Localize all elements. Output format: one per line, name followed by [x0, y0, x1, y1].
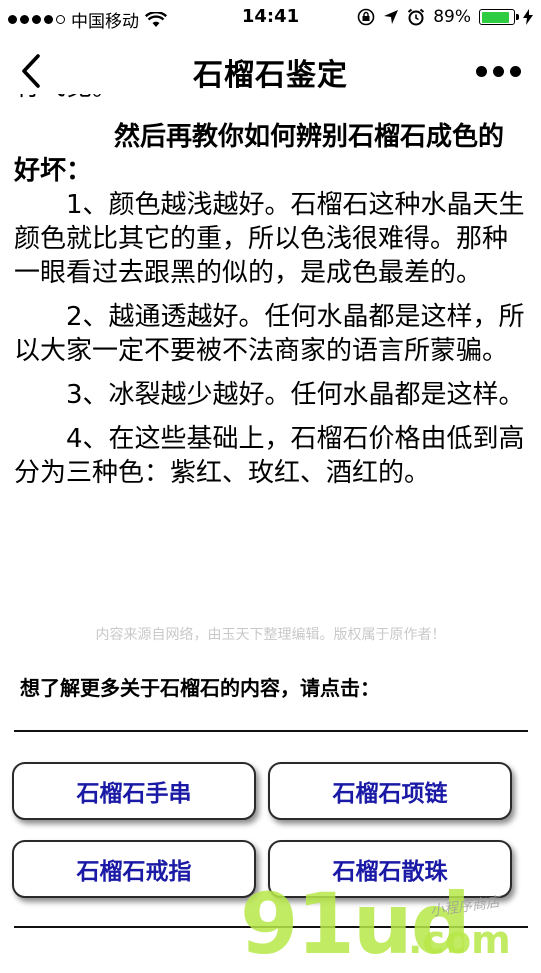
- clipped-text: 有飞觉。: [14, 94, 118, 106]
- article-point-1: 1、颜色越浅越好。石榴石这种水晶天生颜色就比其它的重，所以色浅很难得。那种一眼看…: [14, 190, 525, 288]
- charging-icon: [523, 9, 533, 25]
- garnet-bracelet-button[interactable]: 石榴石手串: [12, 762, 256, 820]
- rotation-lock-icon: [357, 8, 375, 26]
- battery-percent: 89%: [433, 7, 471, 27]
- links-prompt: 想了解更多关于石榴石的内容，请点击：: [20, 676, 380, 700]
- status-bar: 中国移动 14:41 89%: [0, 0, 541, 36]
- battery-fill: [481, 11, 510, 23]
- divider: [14, 730, 528, 732]
- garnet-necklace-button[interactable]: 石榴石项链: [268, 762, 512, 820]
- watermark-domain: .com: [408, 918, 511, 962]
- more-dots-icon[interactable]: [476, 66, 521, 77]
- alarm-icon: [408, 8, 425, 26]
- article-point-4: 4、在这些基础上，石榴石价格由低到高分为三种色：紫红、玫红、酒红的。: [14, 424, 525, 488]
- article-point-2: 2、越通透越好。任何水晶都是这样，所以大家一定不要被不法商家的语言所蒙骗。: [14, 302, 525, 366]
- status-right: 89%: [357, 7, 533, 27]
- source-note: 内容来源自网络，由玉天下整理编辑。版权属于原作者！: [95, 627, 446, 643]
- location-icon: [384, 10, 399, 24]
- article-heading: 然后再教你如何辨别石榴石成色的好坏：: [14, 122, 505, 186]
- page-title: 石榴石鉴定: [193, 58, 348, 93]
- article-point-3: 3、冰裂越少越好。任何水晶都是这样。: [66, 380, 525, 410]
- garnet-ring-button[interactable]: 石榴石戒指: [12, 840, 256, 898]
- battery-icon: [479, 9, 519, 25]
- article-body: 有飞觉。 然后再教你如何辨别石榴石成色的好坏： 1、颜色越浅越好。石榴石这种水晶…: [14, 94, 529, 490]
